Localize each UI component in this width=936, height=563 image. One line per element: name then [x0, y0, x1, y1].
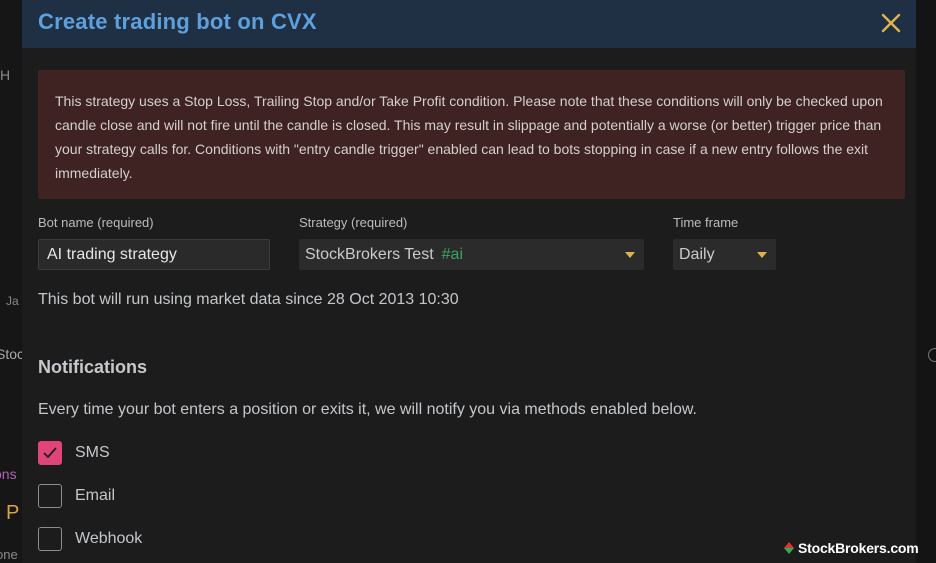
check-icon	[43, 447, 57, 459]
create-bot-modal: Create trading bot on CVX This strategy …	[22, 0, 916, 563]
stockbrokers-logo-icon	[784, 542, 794, 554]
webhook-checkbox[interactable]	[38, 527, 62, 551]
notifications-title: Notifications	[38, 357, 148, 377]
warning-banner: This strategy uses a Stop Loss, Trailing…	[38, 70, 905, 199]
background-app-panel: H Ja Stoc ons l P one	[0, 0, 25, 563]
background-fragment: ons	[0, 466, 17, 482]
market-data-info: This bot will run using market data sinc…	[38, 291, 459, 308]
modal-header: Create trading bot on CVX	[22, 0, 916, 48]
chevron-down-icon	[625, 252, 635, 258]
modal-title: Create trading bot on CVX	[38, 9, 317, 34]
background-app-right-edge	[916, 0, 936, 563]
strategy-tag: #ai	[441, 246, 463, 263]
background-fragment: H	[0, 67, 11, 83]
strategy-label: Strategy (required)	[299, 215, 408, 230]
background-fragment: one	[0, 547, 18, 562]
background-fragment: Ja	[6, 294, 19, 308]
background-fragment: l P	[0, 502, 20, 524]
close-button[interactable]	[876, 8, 906, 38]
close-icon	[881, 13, 901, 33]
bot-name-input[interactable]: AI trading strategy	[38, 239, 270, 270]
strategy-value: StockBrokers Test	[305, 246, 434, 263]
notifications-description: Every time your bot enters a position or…	[38, 401, 697, 418]
chevron-down-icon	[757, 252, 767, 258]
sms-checkbox[interactable]	[38, 441, 62, 465]
background-circle-icon	[928, 348, 936, 362]
strategy-select[interactable]: StockBrokers Test #ai	[299, 239, 644, 270]
email-checkbox[interactable]	[38, 484, 62, 508]
webhook-option[interactable]: Webhook	[38, 527, 142, 551]
background-fragment: Stoc	[0, 346, 25, 362]
email-option[interactable]: Email	[38, 484, 115, 508]
watermark: StockBrokers.com	[784, 540, 919, 556]
bot-name-label: Bot name (required)	[38, 215, 154, 230]
timeframe-value: Daily	[679, 246, 715, 263]
email-label: Email	[75, 487, 116, 504]
timeframe-label: Time frame	[673, 215, 739, 230]
sms-option[interactable]: SMS	[38, 441, 110, 465]
sms-label: SMS	[75, 444, 110, 461]
watermark-text: StockBrokers.com	[798, 540, 919, 556]
timeframe-select[interactable]: Daily	[673, 239, 776, 270]
webhook-label: Webhook	[75, 530, 143, 547]
